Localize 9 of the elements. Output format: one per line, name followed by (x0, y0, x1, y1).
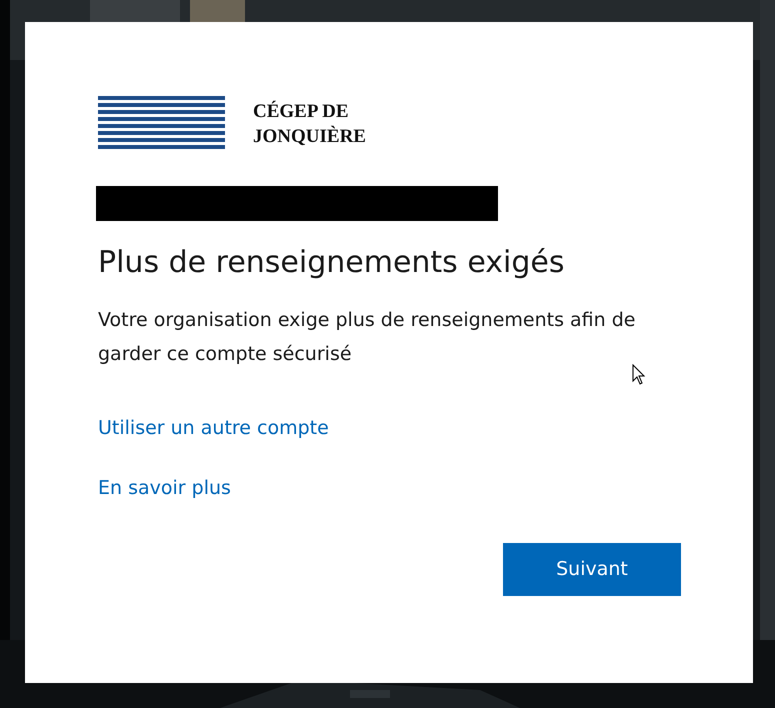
logo-text: CÉGEP DE (253, 100, 350, 124)
page-title: Plus de renseignements exigés (98, 244, 564, 282)
cursor-icon (632, 364, 646, 386)
next-button[interactable]: Suivant (503, 543, 681, 596)
logo-icon (98, 96, 225, 152)
description-text: Votre organisation exige plus de renseignements afin de garder ce compte sécurisé (98, 308, 636, 367)
logo-text: JONQUIÈRE (253, 124, 366, 149)
text-link[interactable]: En savoir plus (98, 471, 329, 505)
text-link[interactable]: Utiliser un autre compte (98, 411, 329, 445)
